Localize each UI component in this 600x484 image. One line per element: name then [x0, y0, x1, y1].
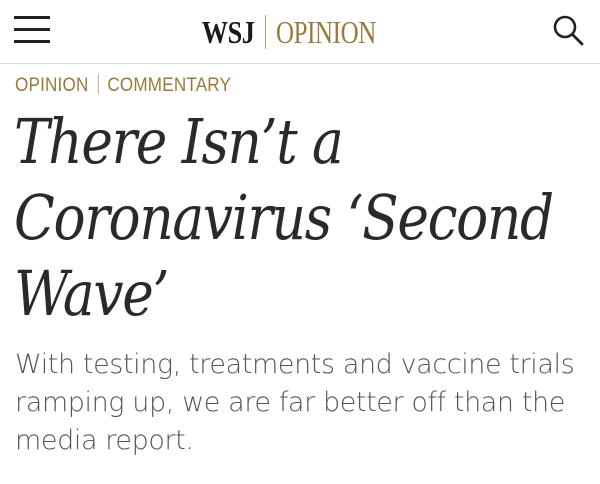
top-navigation-bar: WSJ OPINION — [0, 0, 600, 64]
article-headline: There Isn’t a Coronavirus ‘Second Wave’ — [14, 105, 554, 330]
site-logo[interactable]: WSJ OPINION — [0, 12, 600, 52]
logo-divider — [264, 15, 266, 49]
article-kicker: OPINION COMMENTARY — [15, 74, 231, 97]
kicker-divider — [97, 74, 99, 94]
article-dek: With testing, treatments and vaccine tri… — [15, 349, 575, 456]
logo-section-opinion: OPINION — [275, 14, 376, 50]
kicker-section-link[interactable]: OPINION — [15, 75, 88, 96]
logo-wsj: WSJ — [202, 14, 255, 50]
search-icon[interactable] — [550, 12, 586, 48]
kicker-category-link[interactable]: COMMENTARY — [107, 75, 231, 96]
